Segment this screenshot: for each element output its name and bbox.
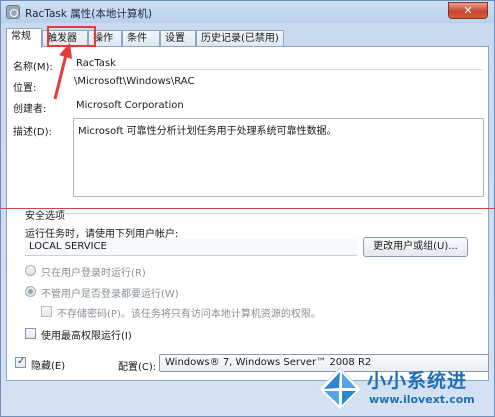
hidden-checkbox[interactable] xyxy=(15,356,26,368)
run-highest-privileges-label: 使用最高权限运行(I) xyxy=(41,331,132,342)
window-title: RacTask 属性(本地计算机) xyxy=(25,8,152,20)
author-value: Microsoft Corporation xyxy=(76,100,184,111)
site-watermark: 小小系统进 www.ilovext.com xyxy=(317,361,495,417)
description-textarea[interactable]: Microsoft 可靠性分析计划任务用于处理系统可靠性数据。 xyxy=(73,118,484,197)
red-divider-line xyxy=(1,208,495,209)
hidden-label: 隐藏(E) xyxy=(31,361,66,372)
run-whether-logged-on-label: 不管用户是否登录都要运行(W) xyxy=(41,289,179,300)
red-arrow-icon xyxy=(53,43,72,100)
do-not-store-password-label: 不存储密码(P)。该任务将只有访问本地计算机资源的权限。 xyxy=(57,309,321,320)
do-not-store-password-checkbox[interactable] xyxy=(41,306,52,317)
description-label: 描述(D): xyxy=(13,127,52,138)
run-as-label: 运行任务时，请使用下列用户帐户: xyxy=(25,229,179,240)
watermark-url: www.ilovext.com xyxy=(369,393,475,406)
run-whether-logged-on-radio[interactable] xyxy=(25,286,36,297)
security-group-divider xyxy=(61,213,482,214)
watermark-brand: 小小系统进 xyxy=(367,370,468,392)
name-field-underline xyxy=(73,69,483,70)
close-button[interactable]: ✕ xyxy=(448,2,488,19)
name-value[interactable]: RacTask xyxy=(76,58,116,69)
tab-general[interactable]: 常规 xyxy=(6,28,42,48)
run-only-logged-on-label: 只在用户登录时运行(R) xyxy=(41,268,146,279)
run-only-logged-on-radio[interactable] xyxy=(25,265,36,276)
security-options-group-label: 安全选项 xyxy=(25,211,65,222)
change-user-button[interactable]: 更改用户或组(U)... xyxy=(363,237,468,257)
run-highest-privileges-checkbox[interactable] xyxy=(25,328,36,339)
tab-history[interactable]: 历史记录(已禁用) xyxy=(196,30,284,47)
title-bar[interactable]: RacTask 属性(本地计算机) ✕ xyxy=(1,1,494,23)
configure-label: 配置(C): xyxy=(118,362,157,373)
location-value: \Microsoft\Windows\RAC xyxy=(74,76,195,87)
windows-flag-logo-icon xyxy=(318,367,362,411)
task-scheduler-icon xyxy=(6,5,20,19)
tab-conditions[interactable]: 条件 xyxy=(122,30,160,47)
user-account-field: LOCAL SERVICE xyxy=(25,239,357,256)
tab-settings[interactable]: 设置 xyxy=(160,30,196,47)
author-label: 创建者: xyxy=(13,104,47,115)
properties-window: RacTask 属性(本地计算机) ✕ 常规 触发器 操作 条件 设置 历史记录… xyxy=(0,0,495,417)
location-label: 位置: xyxy=(13,83,37,94)
